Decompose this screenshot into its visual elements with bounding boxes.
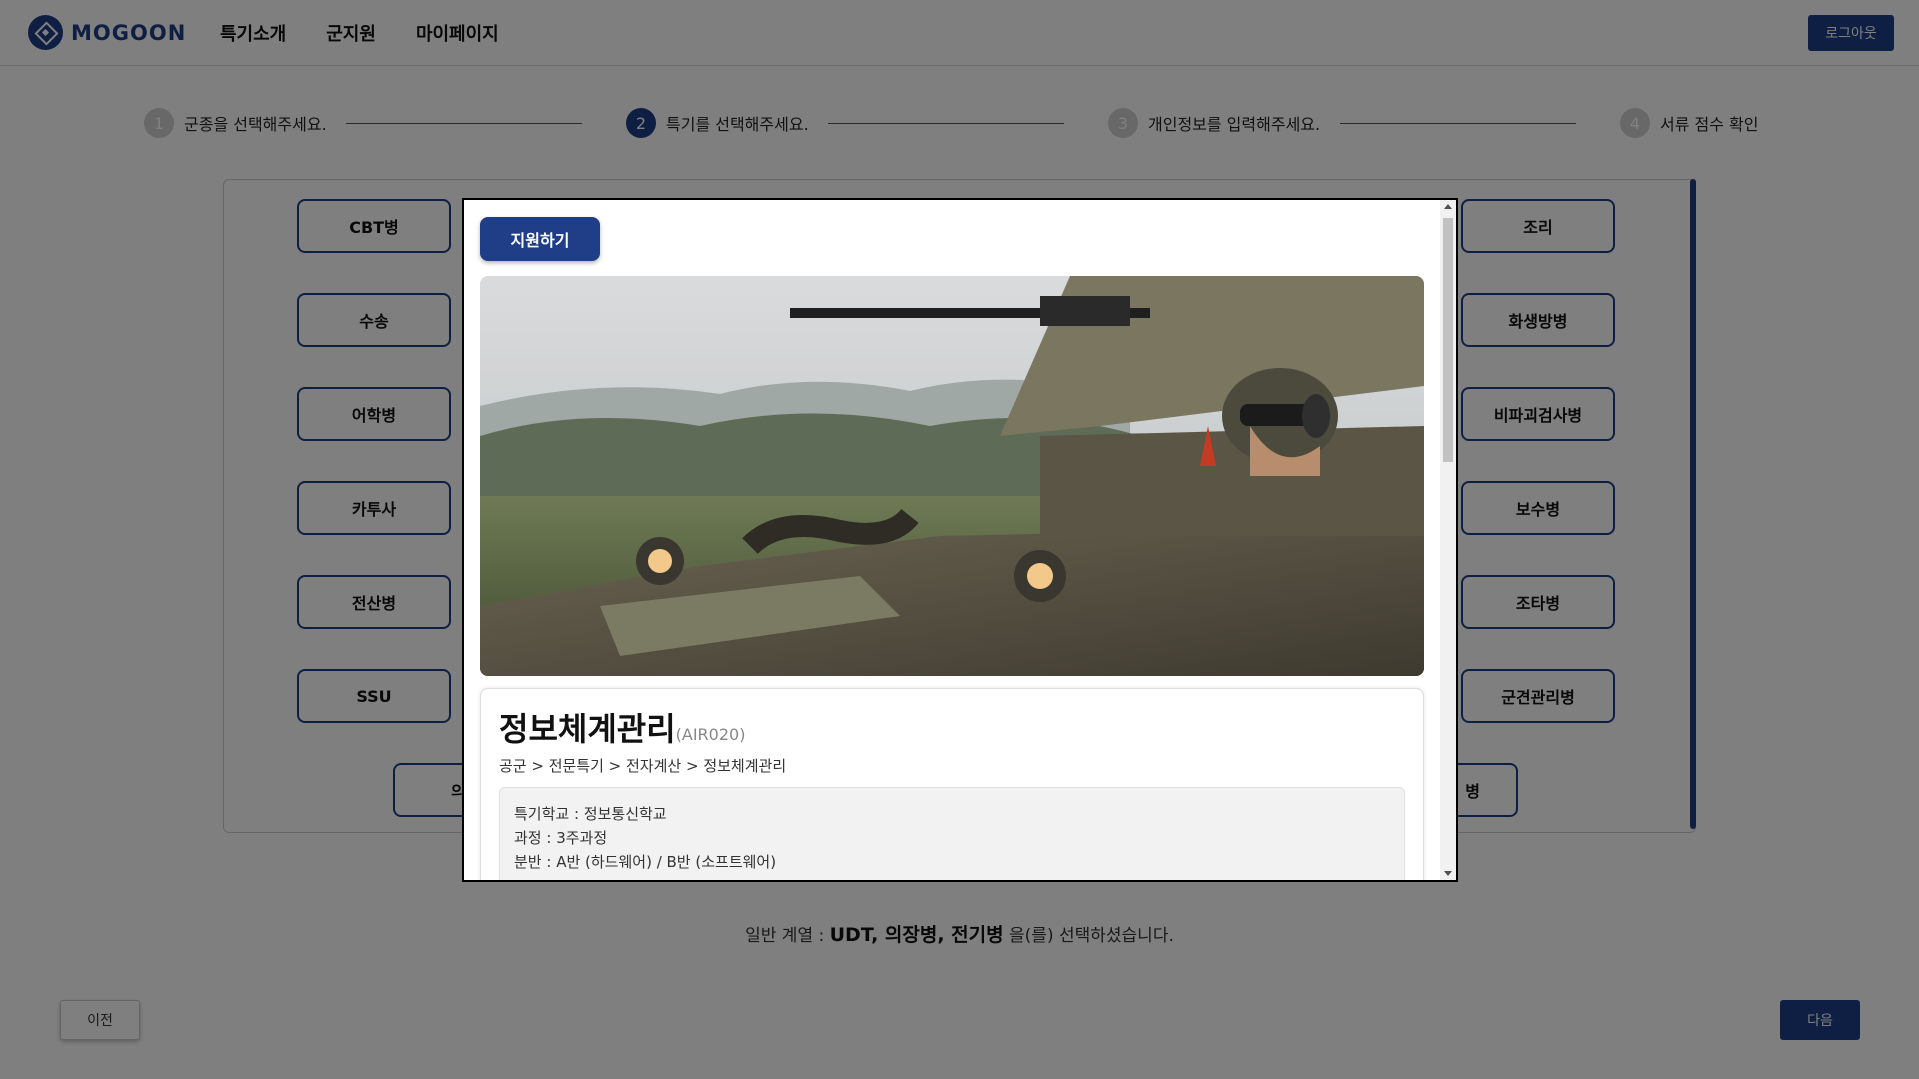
soldier-vehicle-illustration	[480, 276, 1424, 676]
specialty-name: 정보체계관리	[499, 710, 676, 748]
detail-class: 분반 : A반 (하드웨어) / B반 (소프트웨어)	[514, 853, 777, 871]
specialty-title: 정보체계관리(AIR020)	[499, 704, 745, 750]
specialty-code: (AIR020)	[675, 725, 746, 744]
detail-school: 특기학교 : 정보통신학교	[514, 805, 667, 823]
specialty-details: 특기학교 : 정보통신학교 과정 : 3주과정 분반 : A반 (하드웨어) /…	[499, 787, 1405, 880]
scroll-down-icon[interactable]	[1444, 871, 1452, 876]
specialty-detail-modal: 지원하기 정보체계관리(AIR020) 공군 > 전문특기 > 전자계산 > 정…	[462, 198, 1458, 882]
modal-scrollbar[interactable]	[1440, 200, 1456, 880]
apply-button[interactable]: 지원하기	[480, 217, 600, 261]
breadcrumb: 공군 > 전문특기 > 전자계산 > 정보체계관리	[499, 757, 787, 775]
scroll-thumb[interactable]	[1443, 218, 1453, 462]
specialty-info-card: 정보체계관리(AIR020) 공군 > 전문특기 > 전자계산 > 정보체계관리…	[480, 688, 1424, 880]
scroll-up-icon[interactable]	[1444, 204, 1452, 209]
hero-image	[480, 276, 1424, 676]
detail-course: 과정 : 3주과정	[514, 829, 608, 847]
